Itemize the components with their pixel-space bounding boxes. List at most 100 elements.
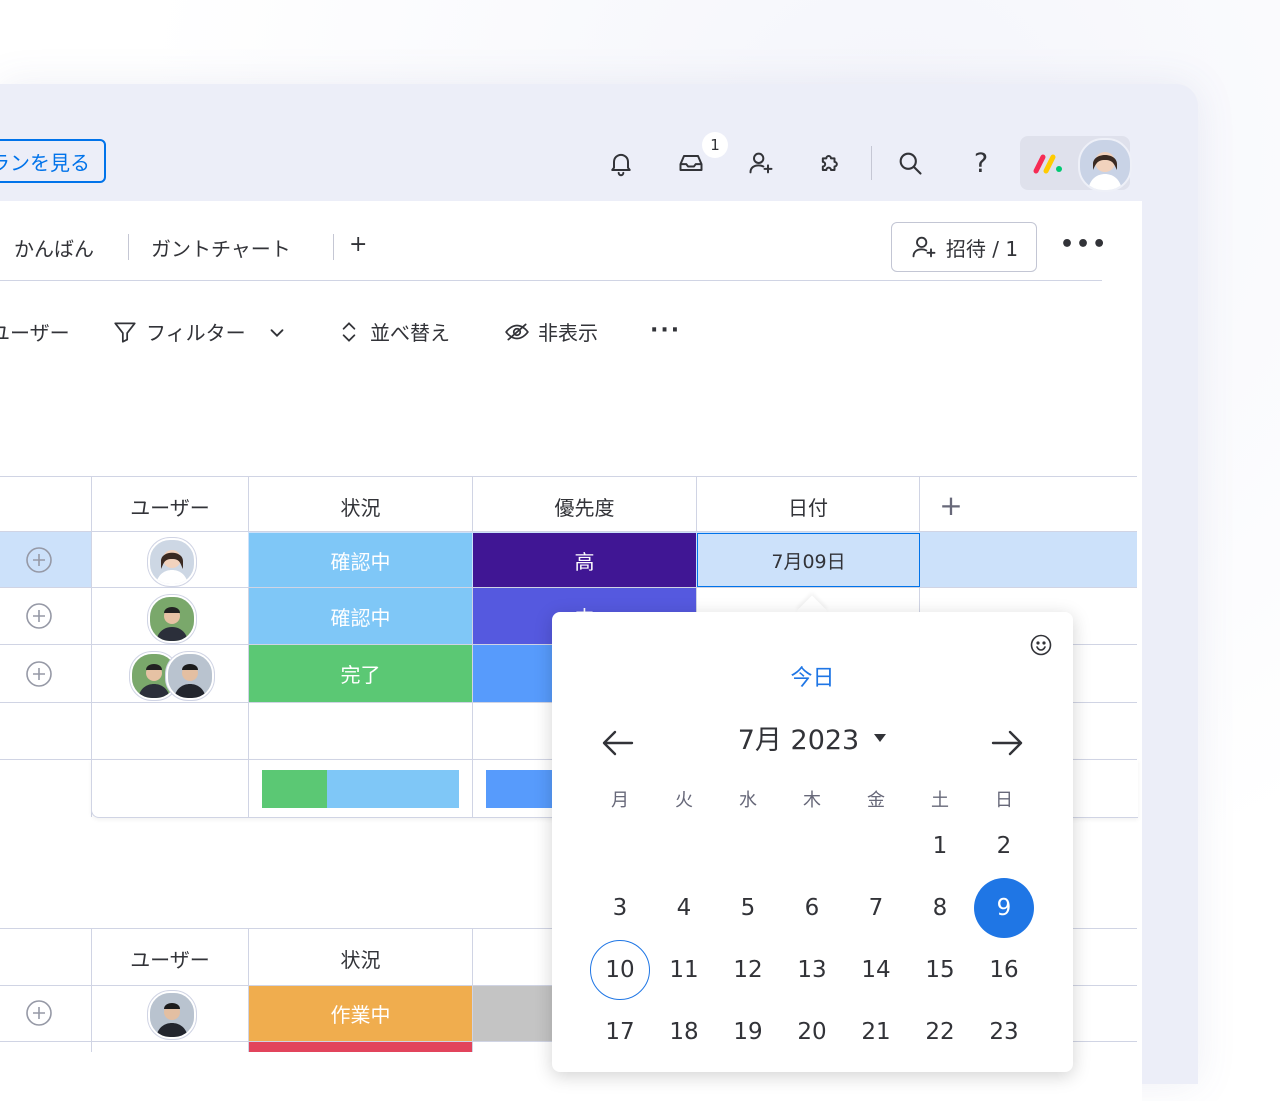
weekday-label: 日 (995, 790, 1013, 811)
calendar-day-today[interactable]: 10 (590, 940, 650, 1000)
status-label: 完了 (340, 663, 381, 687)
calendar-day[interactable]: 3 (590, 878, 650, 938)
weekday-label: 土 (931, 790, 949, 811)
invite-user-icon (912, 236, 936, 258)
calendar-day[interactable]: 6 (782, 878, 842, 938)
filter-icon (114, 321, 136, 343)
emoji-icon[interactable] (1029, 633, 1053, 657)
invite-user-icon[interactable] (744, 146, 778, 180)
toolbar-more-button[interactable]: ··· (650, 318, 681, 343)
add-update-icon[interactable] (24, 601, 54, 631)
filter-button[interactable]: フィルター (112, 317, 288, 346)
calendar-day[interactable]: 4 (654, 878, 714, 938)
calendar-day[interactable]: 18 (654, 1002, 714, 1062)
toolbar-user[interactable]: ユーザー (0, 317, 70, 346)
priority-summary-bar[interactable] (486, 770, 552, 808)
chevron-down-icon (270, 328, 284, 337)
column-header-date[interactable]: 日付 (697, 492, 919, 521)
help-icon[interactable]: ? (964, 146, 998, 180)
status-summary-bar[interactable] (262, 770, 459, 808)
calendar-day-selected[interactable]: 9 (974, 878, 1034, 938)
calendar-day[interactable]: 20 (782, 1002, 842, 1062)
avatar (148, 595, 196, 643)
calendar-day[interactable]: 17 (590, 1002, 650, 1062)
weekday-label: 水 (739, 790, 757, 811)
table-border (0, 476, 1137, 477)
date-cell[interactable]: 7月09日 (697, 533, 920, 587)
weekday-label: 木 (803, 790, 821, 811)
bell-icon[interactable] (604, 146, 638, 180)
topbar-divider (871, 146, 872, 180)
sort-icon (342, 321, 356, 342)
column-header-status[interactable]: 状況 (249, 944, 472, 973)
priority-cell[interactable]: 高 (473, 533, 696, 587)
apps-puzzle-icon[interactable] (814, 146, 848, 180)
status-cell[interactable]: 作業中 (249, 986, 472, 1041)
weekday-label: 金 (867, 790, 885, 811)
calendar-day[interactable]: 5 (718, 878, 778, 938)
add-view-button[interactable]: + (349, 232, 367, 257)
column-header-user[interactable]: ユーザー (92, 492, 248, 521)
board-more-button[interactable]: ••• (1060, 232, 1108, 257)
calendar-day[interactable]: 15 (910, 940, 970, 1000)
date-picker-popover: 今日 7月 2023 月火水木金土日 1 2 3 4 5 6 7 8 9 10 11 12 13 14 15… (552, 612, 1073, 1072)
tab-divider (128, 234, 129, 260)
weekday-label: 月 (611, 790, 629, 811)
calendar-day[interactable]: 8 (910, 878, 970, 938)
calendar-day[interactable]: 22 (910, 1002, 970, 1062)
notification-badge: 1 (702, 132, 728, 158)
calendar-day[interactable]: 13 (782, 940, 842, 1000)
avatar (148, 991, 196, 1039)
caret-down-icon (874, 733, 887, 742)
eye-off-icon (505, 323, 529, 340)
tab-divider (333, 234, 334, 260)
status-cell[interactable]: 確認中 (249, 588, 472, 644)
tab-kanban[interactable]: かんばん (14, 233, 94, 262)
summary-segment (262, 770, 327, 808)
see-plans-button[interactable]: ランを見る (0, 139, 106, 183)
status-label: 確認中 (330, 549, 391, 574)
arrow-right-icon[interactable] (989, 728, 1025, 758)
status-cell[interactable]: 完了 (249, 645, 472, 702)
month-label: 7月 2023 (737, 725, 860, 756)
invite-button[interactable]: 招待 / 1 (891, 222, 1037, 272)
calendar-day[interactable]: 2 (974, 816, 1034, 876)
tab-gantt[interactable]: ガントチャート (151, 233, 291, 262)
hide-label: 非表示 (538, 321, 598, 345)
column-header-priority[interactable]: 優先度 (473, 492, 696, 521)
column-header-user[interactable]: ユーザー (92, 944, 248, 973)
calendar-day[interactable]: 7 (846, 878, 906, 938)
calendar-day[interactable]: 21 (846, 1002, 906, 1062)
calendar-day[interactable]: 23 (974, 1002, 1034, 1062)
sort-button[interactable]: 並べ替え (336, 317, 450, 346)
sort-label: 並べ替え (370, 321, 450, 345)
add-update-icon[interactable] (24, 998, 54, 1028)
tabs-underline (0, 280, 1102, 281)
avatar (166, 652, 214, 700)
today-button[interactable]: 今日 (552, 660, 1073, 692)
monday-logo-icon (1033, 154, 1062, 174)
calendar-day[interactable]: 12 (718, 940, 778, 1000)
status-cell[interactable] (249, 1042, 472, 1052)
status-cell[interactable]: 確認中 (249, 533, 472, 587)
status-label: 確認中 (330, 605, 391, 630)
calendar-day[interactable]: 14 (846, 940, 906, 1000)
calendar-day[interactable]: 19 (718, 1002, 778, 1062)
summary-segment (327, 770, 459, 808)
toolbar-user-label: ユーザー (0, 321, 70, 345)
calendar-day[interactable]: 11 (654, 940, 714, 1000)
user-avatar[interactable] (1078, 138, 1132, 192)
avatar (148, 538, 196, 586)
add-update-icon[interactable] (24, 545, 54, 575)
priority-label: 高 (574, 549, 595, 574)
search-icon[interactable] (893, 146, 927, 180)
calendar-day[interactable]: 1 (910, 816, 970, 876)
filter-label: フィルター (146, 321, 246, 345)
column-header-status[interactable]: 状況 (249, 492, 472, 521)
status-label: 作業中 (330, 1003, 391, 1027)
hide-button[interactable]: 非表示 (504, 317, 598, 346)
calendar-day[interactable]: 16 (974, 940, 1034, 1000)
date-value: 7月09日 (771, 550, 846, 573)
add-column-button[interactable]: + (920, 489, 982, 522)
add-update-icon[interactable] (24, 659, 54, 689)
